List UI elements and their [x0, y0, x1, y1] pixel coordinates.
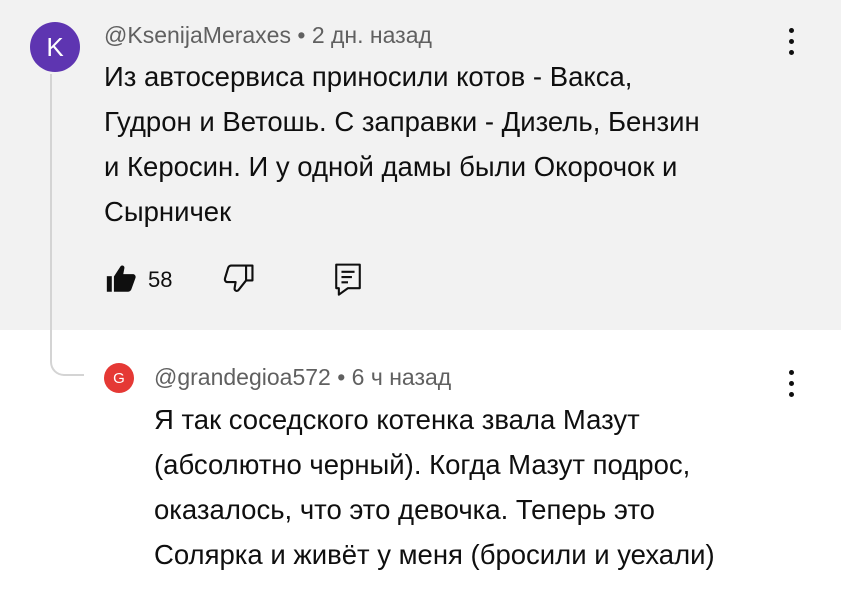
avatar[interactable]: G — [104, 363, 134, 393]
comment-line: Сырничек — [104, 196, 232, 227]
parent-comment: K @KsenijaMeraxes • 2 дн. назад Из автос… — [0, 0, 841, 330]
reply-button[interactable] — [332, 262, 364, 296]
reply-comment-icon — [335, 263, 361, 296]
more-vertical-icon[interactable] — [780, 24, 804, 60]
comment-line: Солярка и живёт у меня (бросили и уехали… — [154, 539, 715, 570]
avatar[interactable]: K — [30, 22, 80, 72]
comment-line: оказалось, что это девочка. Теперь это — [154, 494, 655, 525]
comment-line: Из автосервиса приносили котов - Вакса, — [104, 61, 633, 92]
author-name[interactable]: @KsenijaMeraxes — [104, 22, 291, 48]
comment-time[interactable]: 2 дн. назад — [312, 22, 432, 48]
comment-line: (абсолютно черный). Когда Мазут подрос, — [154, 449, 691, 480]
comment-line: Я так соседского котенка звала Мазут — [154, 404, 640, 435]
comment-meta: @grandegioa572 • 6 ч назад — [154, 364, 451, 391]
thumbs-down-outline-icon — [223, 264, 254, 292]
comment-text: Я так соседского котенка звала Мазут (аб… — [154, 397, 715, 577]
comment-line: и Керосин. И у одной дамы были Окорочок … — [104, 151, 678, 182]
like-count: 58 — [148, 267, 173, 292]
avatar-letter: G — [113, 369, 125, 387]
comment-line: Гудрон и Ветошь. С заправки - Дизель, Бе… — [104, 106, 700, 137]
more-vertical-icon[interactable] — [780, 366, 804, 402]
like-button[interactable] — [104, 262, 138, 296]
comment-meta: @KsenijaMeraxes • 2 дн. назад — [104, 22, 432, 49]
thumbs-up-filled-icon — [106, 265, 136, 292]
meta-separator: • — [297, 22, 306, 48]
dislike-button[interactable] — [222, 260, 256, 298]
comment-text: Из автосервиса приносили котов - Вакса, … — [104, 54, 700, 234]
meta-separator: • — [337, 364, 346, 390]
author-name[interactable]: @grandegioa572 — [154, 364, 331, 390]
thread-connector — [50, 74, 84, 376]
avatar-letter: K — [46, 31, 64, 62]
comment-time[interactable]: 6 ч назад — [352, 364, 452, 390]
